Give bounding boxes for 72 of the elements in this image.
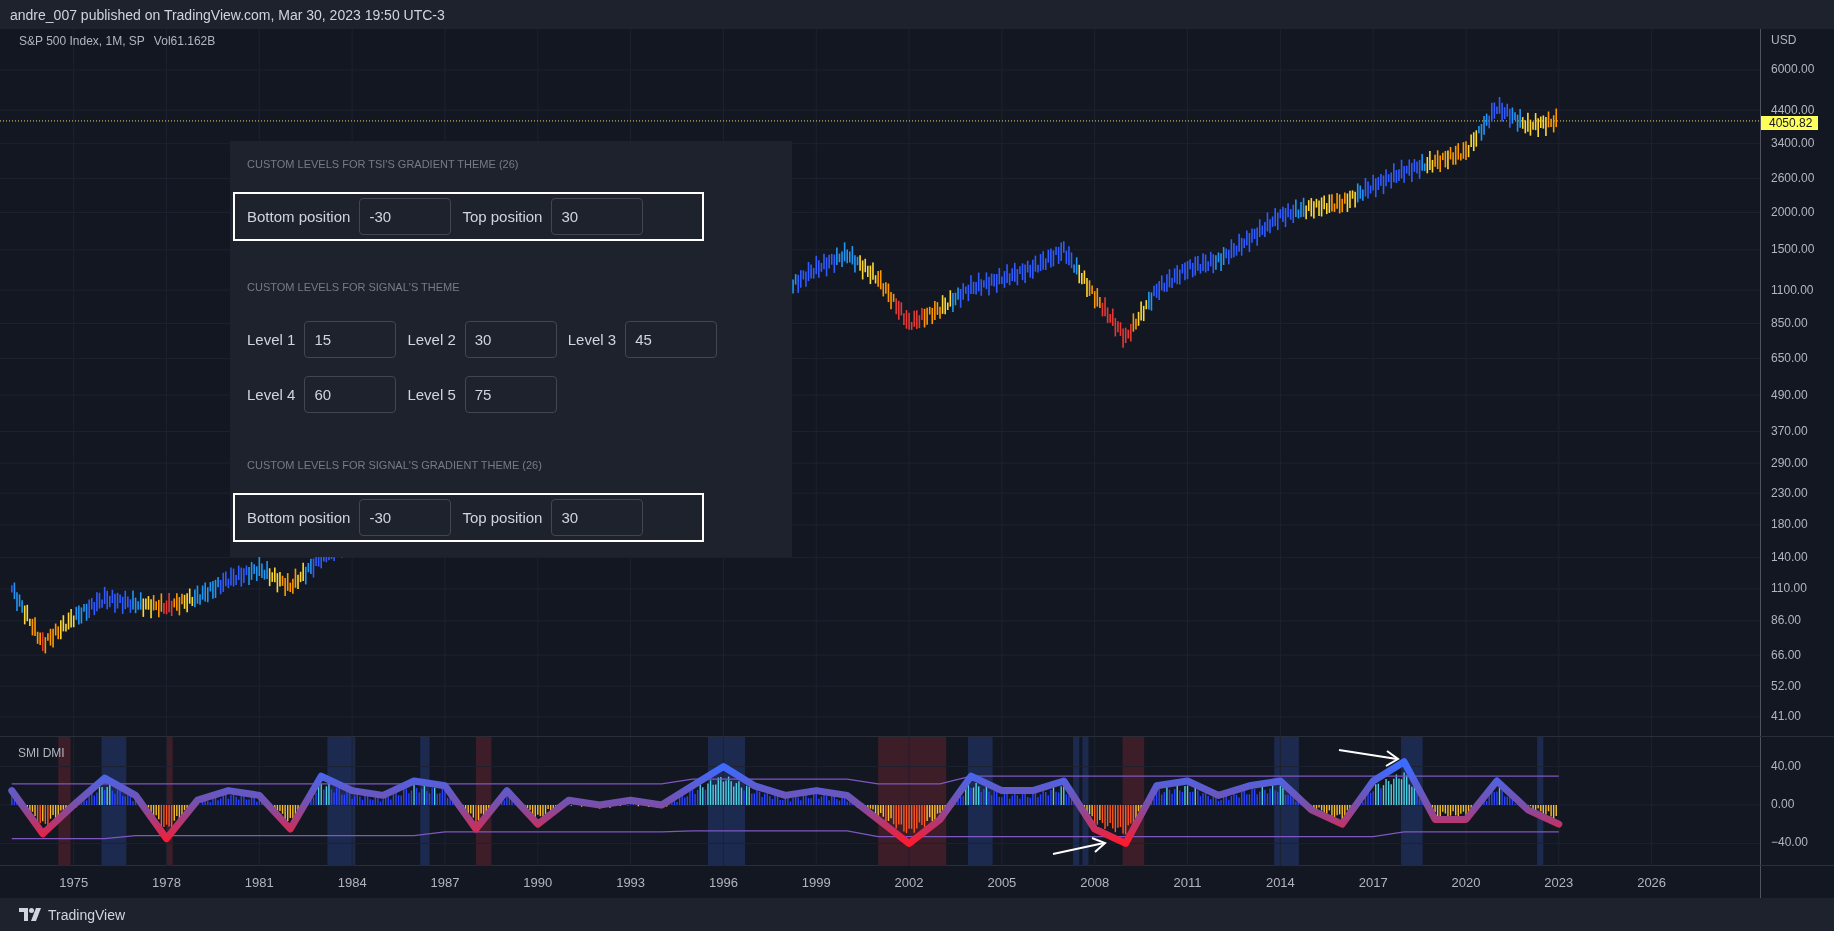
time-label: 1978 <box>152 875 181 890</box>
indicator-title: SMI DMI <box>18 746 65 760</box>
field-label: Level 3 <box>567 331 617 348</box>
input-field[interactable]: 30 <box>551 499 644 536</box>
price-label: 66.00 <box>1771 649 1802 661</box>
time-label: 1981 <box>244 875 274 890</box>
time-label: 2002 <box>894 875 924 890</box>
field-label: Level 1 <box>247 331 296 348</box>
input-field[interactable]: 75 <box>464 376 557 413</box>
logo-icon <box>19 908 41 921</box>
scale-label: 0.00 <box>1771 799 1795 810</box>
field-label: Bottom position <box>247 208 351 225</box>
price-label: 370.00 <box>1771 426 1808 437</box>
currency-label: USD <box>1771 33 1797 47</box>
price-label: 3400.00 <box>1771 138 1815 150</box>
volume-label: Vol61.162B <box>153 34 216 48</box>
price-label: 2000.00 <box>1771 207 1815 218</box>
time-label: 1975 <box>59 875 89 890</box>
price-label: 140.00 <box>1771 552 1808 564</box>
price-label: 180.00 <box>1771 519 1808 531</box>
input-field[interactable]: 30 <box>551 198 644 235</box>
input-field[interactable]: -30 <box>359 499 452 536</box>
time-label: 1987 <box>430 875 460 890</box>
input-field[interactable]: 15 <box>304 321 397 358</box>
time-label: 2008 <box>1080 875 1110 890</box>
price-label: 230.00 <box>1771 487 1808 499</box>
time-label: 1999 <box>801 875 831 890</box>
section-title: CUSTOM LEVELS FOR SIGNAL'S GRADIENT THEME (26) <box>246 458 543 472</box>
arrow-annotation <box>1052 837 1107 855</box>
price-label: 86.00 <box>1771 615 1802 627</box>
price-label: 6000.00 <box>1771 64 1815 76</box>
price-label: 650.00 <box>1771 352 1808 364</box>
section-title: CUSTOM LEVELS FOR TSI'S GRADIENT THEME (26) <box>246 157 520 171</box>
price-label: 110.00 <box>1771 583 1807 595</box>
price-label: 850.00 <box>1771 318 1808 330</box>
field-label: Level 4 <box>247 386 296 403</box>
input-field[interactable]: 30 <box>464 321 557 358</box>
time-label: 2005 <box>987 875 1017 890</box>
price-label: 490.00 <box>1771 389 1808 401</box>
time-label: 2020 <box>1451 875 1481 890</box>
time-label: 2026 <box>1637 875 1667 890</box>
field-label: Top position <box>462 509 543 526</box>
input-field[interactable]: -30 <box>359 198 452 235</box>
price-label: 41.00 <box>1771 711 1802 723</box>
field-label: Top position <box>462 208 543 225</box>
symbol-label: S&P 500 Index, 1M, SP <box>19 34 145 48</box>
price-label: 290.00 <box>1771 457 1808 469</box>
time-label: 1993 <box>616 875 646 890</box>
time-label: 2023 <box>1544 875 1574 890</box>
time-label: 1990 <box>523 875 553 890</box>
input-field[interactable]: 60 <box>304 376 397 413</box>
price-label: 1100.00 <box>1771 284 1814 296</box>
input-field[interactable]: 45 <box>625 321 718 358</box>
scale-label: −40.00 <box>1771 837 1809 849</box>
time-label: 2017 <box>1358 875 1388 890</box>
field-label: Level 5 <box>407 386 456 403</box>
time-label: 2011 <box>1173 875 1202 890</box>
price-label: 1500.00 <box>1771 244 1815 256</box>
price-label: 52.00 <box>1771 680 1802 692</box>
publish-info: andre_007 published on TradingView.com, Mar 30, 2023 19:50 UTC-3 <box>10 6 445 23</box>
price-label: 2600.00 <box>1771 172 1815 184</box>
section-title: CUSTOM LEVELS FOR SIGNAL'S THEME <box>246 280 461 294</box>
arrow-annotation <box>1338 749 1400 767</box>
time-label: 1984 <box>337 875 367 890</box>
field-label: Level 2 <box>407 331 456 348</box>
field-label: Bottom position <box>247 509 351 526</box>
scale-label: 40.00 <box>1771 760 1802 772</box>
time-label: 2014 <box>1265 875 1295 890</box>
last-price-badge: 4050.82 <box>1761 115 1819 130</box>
brand-name: TradingView <box>48 906 126 923</box>
time-label: 1996 <box>709 875 738 890</box>
price-label: 4400.00 <box>1771 104 1815 116</box>
